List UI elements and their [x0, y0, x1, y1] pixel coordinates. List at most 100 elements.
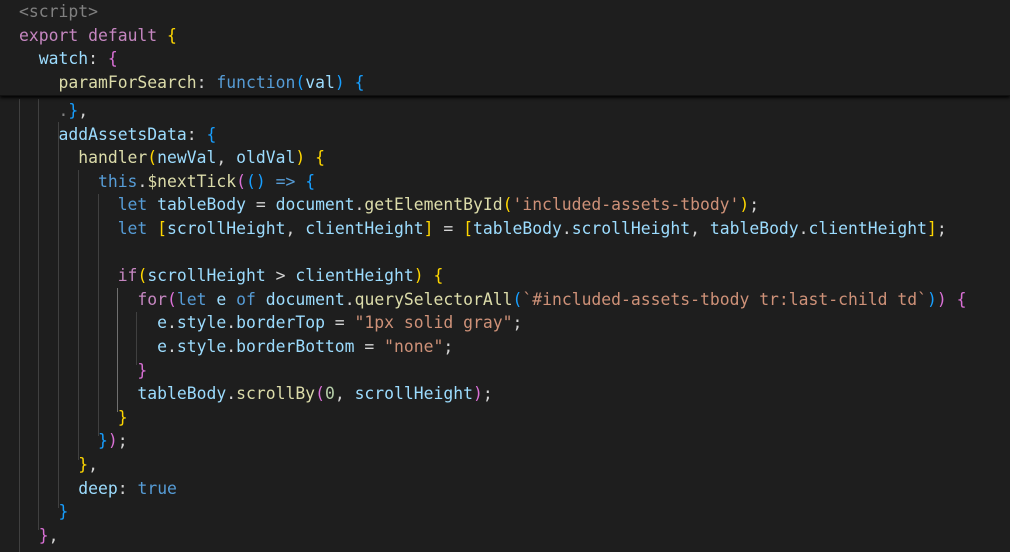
code-token: handler — [78, 148, 148, 168]
code-token: { — [433, 266, 444, 286]
code-line[interactable]: .}, — [19, 99, 88, 123]
code-line[interactable]: e.style.borderBottom = "none"; — [19, 335, 453, 359]
code-token: } — [68, 101, 79, 120]
code-token: ; — [482, 384, 493, 404]
code-token: ( — [167, 289, 177, 309]
sticky-code-line[interactable]: watch: { — [19, 47, 118, 71]
code-token: borderBottom — [236, 337, 355, 356]
code-line[interactable]: let tableBody = document.getElementById(… — [19, 193, 759, 217]
code-token: { — [315, 148, 325, 168]
code-token: { — [107, 49, 118, 69]
indent-guide — [98, 194, 99, 436]
code-token: ( — [295, 72, 306, 92]
code-token: . — [58, 101, 69, 120]
code-token: deep — [78, 478, 118, 498]
code-token: : — [186, 124, 207, 144]
code-token: ) — [295, 148, 306, 168]
code-token: true — [137, 478, 177, 498]
code-token: function — [216, 72, 296, 92]
indent-guide — [117, 288, 118, 412]
code-line[interactable]: tableBody.scrollBy(0, scrollHeight); — [19, 382, 493, 406]
code-line[interactable]: deep: true — [19, 477, 177, 501]
code-token: { — [167, 25, 177, 45]
code-token: `#included-assets-tbody tr:last-child td… — [522, 289, 927, 309]
code-token: ) — [739, 195, 750, 215]
code-token: ( — [315, 384, 325, 404]
sticky-scroll-header[interactable]: <script> export default { watch: { paramF… — [0, 0, 1010, 96]
code-token: this — [97, 171, 138, 191]
code-token: ) — [472, 384, 483, 404]
code-line[interactable]: let [scrollHeight, clientHeight] = [tabl… — [19, 217, 947, 241]
code-token: $nextTick — [147, 171, 237, 191]
indent-guide — [136, 312, 137, 365]
code-token: { — [206, 124, 217, 144]
code-line[interactable]: } — [19, 500, 68, 524]
code-line[interactable]: e.style.borderTop = "1px solid gray"; — [19, 311, 522, 335]
code-token: watch — [38, 49, 89, 69]
code-token: ; — [117, 431, 128, 451]
code-token: () — [246, 171, 266, 191]
code-editor[interactable]: <script> export default { watch: { paramF… — [0, 0, 1010, 552]
code-token: export — [19, 25, 79, 45]
code-token: ( — [512, 289, 523, 309]
code-token: ( — [502, 195, 513, 215]
code-token: } — [137, 360, 148, 380]
code-token: val — [305, 72, 335, 92]
code-token: => — [275, 171, 296, 191]
code-token: } — [38, 525, 49, 545]
code-token: . — [226, 337, 237, 356]
code-token: e — [157, 337, 168, 356]
code-line[interactable]: } — [19, 406, 128, 430]
code-token: } — [97, 431, 108, 451]
code-token: . — [561, 219, 572, 238]
code-token: document — [275, 195, 355, 215]
code-token: , — [48, 525, 59, 545]
sticky-code-line[interactable]: paramForSearch: function(val) { — [19, 71, 364, 95]
code-token: = — [354, 337, 385, 356]
sticky-code-line[interactable]: export default { — [19, 24, 177, 48]
code-token: { — [956, 289, 967, 309]
code-token: 0 — [324, 384, 335, 404]
code-token: = — [324, 313, 355, 333]
sticky-code-line[interactable]: <script> — [19, 0, 98, 24]
code-token: ) — [107, 431, 118, 451]
code-line[interactable]: }); — [19, 429, 128, 453]
indent-guide — [58, 122, 59, 508]
code-token: tableBody — [157, 195, 246, 215]
code-token: ) — [936, 289, 947, 309]
code-token: ; — [512, 313, 523, 333]
code-token: { — [305, 171, 316, 191]
code-token: addAssetsData — [58, 124, 187, 144]
code-token: { — [354, 72, 365, 92]
code-token: . — [167, 337, 177, 356]
code-line[interactable]: for(let e of document.querySelectorAll(`… — [19, 288, 966, 312]
code-token: . — [137, 171, 148, 191]
code-line[interactable]: if(scrollHeight > clientHeight) { — [19, 264, 444, 288]
code-line[interactable]: addAssetsData: { — [19, 123, 216, 147]
code-token: [ — [463, 219, 473, 238]
code-token: } — [58, 502, 69, 522]
code-token: getElementById — [364, 195, 503, 215]
code-token: = — [433, 219, 464, 238]
code-token: ( — [147, 148, 158, 168]
code-token: querySelectorAll — [354, 289, 513, 309]
code-line[interactable]: handler(newVal, oldVal) { — [19, 146, 325, 170]
code-token: . — [354, 195, 365, 215]
code-token: tableBody — [137, 384, 227, 404]
code-token: let — [117, 195, 148, 215]
code-token: clientHeight — [305, 219, 424, 238]
code-token: . — [344, 289, 355, 309]
code-line[interactable]: this.$nextTick(() => { — [19, 170, 315, 194]
